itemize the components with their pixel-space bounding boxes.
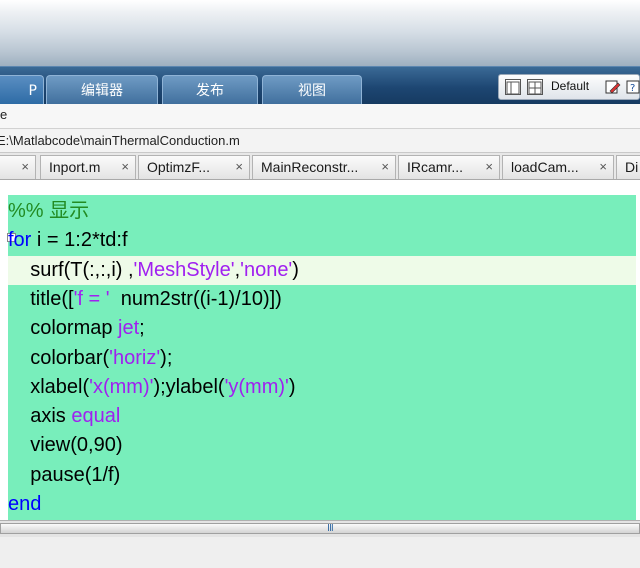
scrollbar-grip-icon: III (327, 523, 334, 534)
code-token: xlabel( (8, 376, 90, 398)
file-tab-loadcam[interactable]: loadCam... × (502, 155, 614, 179)
string-token: 'none' (240, 259, 293, 281)
code-line[interactable]: view(0,90) (8, 431, 122, 460)
keyword-token: for (8, 229, 32, 251)
tab-home-label: P (28, 83, 37, 99)
code-line[interactable]: end (8, 490, 41, 519)
file-tab-label: loadCam... (511, 159, 579, 175)
string-token: 'f = ' (73, 288, 110, 310)
tab-publish[interactable]: 发布 (162, 75, 258, 105)
help-icon[interactable]: ? (625, 79, 640, 95)
window-layout-icon[interactable] (505, 79, 521, 95)
scrollbar-thumb[interactable]: III (0, 523, 640, 534)
editor-gutter (0, 195, 8, 520)
comment-token: %% 显示 (8, 200, 90, 222)
string-token: 'y(mm)' (224, 376, 289, 398)
code-line[interactable]: surf(T(:,:,i) ,'MeshStyle','none') (8, 256, 636, 285)
quick-access-label: e (0, 107, 8, 122)
tab-home[interactable]: P (0, 75, 44, 105)
file-tab-optimzf[interactable]: OptimzF... × (138, 155, 250, 179)
file-tab-di[interactable]: Di (616, 155, 640, 179)
code-line[interactable]: colormap jet; (8, 314, 145, 343)
keyword-token: end (8, 493, 42, 515)
close-icon[interactable]: × (381, 156, 389, 178)
string-token: 'x(mm)' (89, 376, 154, 398)
code-token: ; (139, 317, 145, 339)
code-token: ); (160, 347, 173, 369)
quick-access-row: e (0, 104, 640, 129)
layout-toolbar: Default ? (498, 74, 640, 100)
code-token: axis (8, 405, 72, 427)
file-tab-inport[interactable]: Inport.m × (40, 155, 136, 179)
code-token: pause(1/f) (8, 464, 121, 486)
file-path: E:\Matlabcode\mainThermalConduction.m (0, 133, 240, 148)
file-path-bar: E:\Matlabcode\mainThermalConduction.m (0, 129, 640, 153)
close-icon[interactable]: × (121, 156, 129, 178)
code-editor[interactable]: %% 显示 for i = 1:2*td:f surf(T(:,:,i) ,'Me… (7, 195, 636, 520)
file-tab-mainreconstr[interactable]: MainReconstr... × (252, 155, 396, 179)
code-line[interactable]: axis equal (8, 402, 120, 431)
code-token: num2str((i-1)/10)]) (109, 288, 282, 310)
status-bar (0, 537, 640, 568)
file-tab-0[interactable]: × (0, 155, 36, 179)
edit-layout-icon[interactable] (605, 79, 621, 95)
string-token: 'MeshStyle' (133, 259, 235, 281)
code-token: ) (292, 259, 299, 281)
code-token: colorbar( (8, 347, 110, 369)
tab-editor-label: 编辑器 (81, 83, 123, 99)
tab-publish-label: 发布 (196, 83, 224, 99)
close-icon[interactable]: × (235, 156, 243, 178)
code-line[interactable]: pause(1/f) (8, 461, 120, 490)
code-token: i = 1:2*td:f (31, 229, 128, 251)
code-token: surf(T(:,:,i) , (8, 259, 134, 281)
code-line[interactable]: title(['f = ' num2str((i-1)/10)]) (8, 285, 282, 314)
close-icon[interactable]: × (599, 156, 607, 178)
file-tab-label: Inport.m (49, 159, 101, 175)
tab-view-label: 视图 (298, 83, 326, 99)
file-tab-label: Di (625, 159, 639, 175)
layout-default-label[interactable]: Default (551, 79, 589, 93)
file-tab-label: MainReconstr... (261, 159, 359, 175)
code-line[interactable]: xlabel('x(mm)');ylabel('y(mm)') (8, 373, 296, 402)
close-icon[interactable]: × (21, 156, 29, 178)
string-token: jet (118, 317, 140, 339)
grid-layout-icon[interactable] (527, 79, 543, 95)
code-token: title([ (8, 288, 74, 310)
code-line[interactable]: for i = 1:2*td:f (8, 226, 128, 255)
string-token: equal (71, 405, 121, 427)
tab-view[interactable]: 视图 (262, 75, 362, 105)
code-line[interactable]: colorbar('horiz'); (8, 344, 172, 373)
code-token: view(0,90) (8, 434, 123, 456)
svg-text:?: ? (630, 83, 635, 94)
file-tab-label: OptimzF... (147, 159, 211, 175)
tab-editor[interactable]: 编辑器 (46, 75, 158, 105)
editor-file-tabs: × Inport.m × OptimzF... × MainReconstr... ×… (0, 153, 640, 180)
code-token: colormap (8, 317, 119, 339)
code-token: );ylabel( (153, 376, 225, 398)
file-tab-ircamr[interactable]: IRcamr... × (398, 155, 500, 179)
file-tab-label: IRcamr... (407, 159, 464, 175)
string-token: 'horiz' (109, 347, 161, 369)
horizontal-scrollbar[interactable]: III (0, 520, 640, 537)
code-token: ) (288, 376, 296, 398)
window-title-area (0, 0, 640, 66)
code-line[interactable]: %% 显示 (8, 197, 89, 226)
close-icon[interactable]: × (485, 156, 493, 178)
